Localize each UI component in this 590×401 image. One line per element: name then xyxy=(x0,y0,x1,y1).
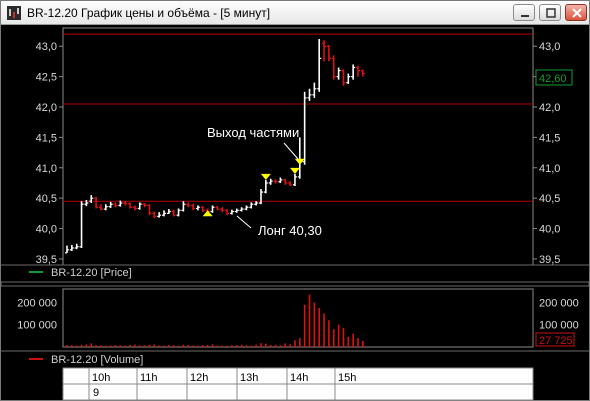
price-ytick-left: 40,0 xyxy=(36,224,57,236)
panel-splitter[interactable] xyxy=(1,281,589,287)
price-ytick-right: 39,5 xyxy=(539,254,560,266)
price-ytick-left: 40,5 xyxy=(36,193,57,205)
volume-ytick-right: 200 000 xyxy=(539,297,579,309)
time-axis-date: 9 xyxy=(93,387,99,399)
price-ytick-left: 39,5 xyxy=(36,254,57,266)
price-legend-label[interactable]: BR-12.20 [Price] xyxy=(51,267,132,279)
chart-window: BR-12.20 График цены и объёма - [5 минут… xyxy=(0,0,590,401)
price-ytick-left: 43,0 xyxy=(36,41,57,53)
price-ytick-right: 41,0 xyxy=(539,163,560,175)
minimize-button[interactable] xyxy=(513,4,535,21)
annotation-exit-leader xyxy=(283,142,299,160)
time-tick-label: 15h xyxy=(338,372,356,384)
time-tick-label: 13h xyxy=(240,372,258,384)
price-ytick-right: 42,0 xyxy=(539,102,560,114)
last-volume-label: 27 725 xyxy=(539,335,573,347)
volume-ytick-left: 100 000 xyxy=(17,320,57,332)
time-tick-label: 12h xyxy=(190,372,208,384)
maximize-icon xyxy=(546,8,556,18)
price-ytick-left: 42,5 xyxy=(36,72,57,84)
price-ytick-right: 43,0 xyxy=(539,41,560,53)
time-tick-label: 10h xyxy=(92,372,110,384)
annotation-exit-partial: Выход частями xyxy=(207,125,299,140)
volume-legend-label[interactable]: BR-12.20 [Volume] xyxy=(51,354,143,366)
price-ytick-left: 42,0 xyxy=(36,102,57,114)
volume-ytick-right: 100 000 xyxy=(539,320,579,332)
sell-marker xyxy=(260,173,271,180)
price-ytick-right: 40,5 xyxy=(539,193,560,205)
minimize-icon xyxy=(521,15,529,17)
close-button[interactable] xyxy=(565,4,587,21)
price-ytick-right: 41,5 xyxy=(539,132,560,144)
last-price-label: 42,60 xyxy=(539,73,567,85)
title-bar: BR-12.20 График цены и объёма - [5 минут… xyxy=(1,1,589,25)
chart-canvas[interactable]: 43,043,042,542,542,042,041,541,541,041,0… xyxy=(1,25,589,401)
window-title: BR-12.20 График цены и объёма - [5 минут… xyxy=(27,6,271,20)
price-ytick-right: 40,0 xyxy=(539,224,560,236)
maximize-button[interactable] xyxy=(539,4,561,21)
sell-marker xyxy=(289,167,300,174)
volume-ytick-left: 200 000 xyxy=(17,297,57,309)
time-tick-label: 14h xyxy=(290,372,308,384)
annotation-long-entry: Лонг 40,30 xyxy=(258,223,322,238)
price-ytick-left: 41,0 xyxy=(36,163,57,175)
close-icon xyxy=(572,8,582,18)
price-ytick-left: 41,5 xyxy=(36,132,57,144)
volume-plot-frame xyxy=(62,288,534,348)
app-icon xyxy=(7,6,21,20)
annotation-long-leader xyxy=(236,215,252,229)
time-tick-label: 11h xyxy=(140,372,158,384)
